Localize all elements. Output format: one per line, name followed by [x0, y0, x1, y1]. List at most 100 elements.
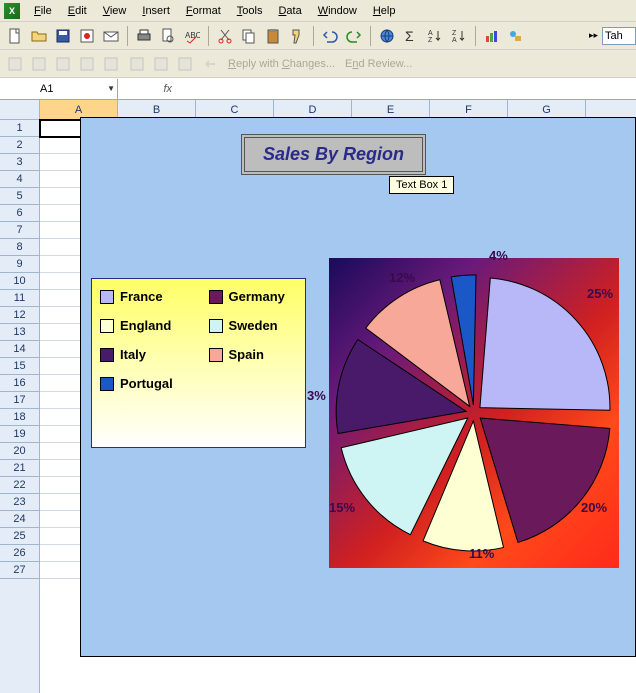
menu-data[interactable]: Data — [270, 3, 309, 19]
font-name-input[interactable] — [602, 27, 636, 45]
row-header-19[interactable]: 19 — [0, 426, 39, 443]
print-icon[interactable] — [133, 25, 155, 47]
row-header-1[interactable]: 1 — [0, 120, 39, 137]
rev-btn-2[interactable] — [28, 53, 50, 75]
rev-btn-6[interactable] — [126, 53, 148, 75]
menu-view[interactable]: View — [95, 3, 135, 19]
sort-desc-icon[interactable]: ZA — [448, 25, 470, 47]
legend-item[interactable]: Sweden — [209, 318, 298, 333]
data-label: 3% — [307, 388, 326, 403]
row-header-2[interactable]: 2 — [0, 137, 39, 154]
formula-bar: A1 ▼ fx — [0, 78, 636, 100]
row-header-13[interactable]: 13 — [0, 324, 39, 341]
font-selector[interactable]: ▸▸ — [589, 27, 636, 45]
paste-icon[interactable] — [262, 25, 284, 47]
menu-format[interactable]: Format — [178, 3, 229, 19]
rev-btn-3[interactable] — [52, 53, 74, 75]
legend-label: Portugal — [120, 376, 173, 391]
redo-icon[interactable] — [343, 25, 365, 47]
row-header-7[interactable]: 7 — [0, 222, 39, 239]
chart-legend[interactable]: France Germany England Sweden Italy Spain Port… — [91, 278, 306, 448]
menu-window[interactable]: Window — [310, 3, 365, 19]
end-review[interactable]: End Review... — [341, 58, 416, 70]
sort-asc-icon[interactable]: AZ — [424, 25, 446, 47]
preview-icon[interactable] — [157, 25, 179, 47]
autosum-icon[interactable]: Σ — [400, 25, 422, 47]
open-icon[interactable] — [28, 25, 50, 47]
toolbar-options-icon[interactable]: ▸▸ — [589, 30, 598, 41]
rev-reply-icon[interactable] — [200, 53, 222, 75]
save-icon[interactable] — [52, 25, 74, 47]
cut-icon[interactable] — [214, 25, 236, 47]
row-header-8[interactable]: 8 — [0, 239, 39, 256]
format-painter-icon[interactable] — [286, 25, 308, 47]
row-header-18[interactable]: 18 — [0, 409, 39, 426]
pie-svg — [329, 258, 619, 568]
embedded-chart[interactable]: Sales By Region Text Box 1 FranceGermany… — [80, 117, 636, 657]
row-header-14[interactable]: 14 — [0, 341, 39, 358]
row-header-21[interactable]: 21 — [0, 460, 39, 477]
legend-swatch — [209, 290, 223, 304]
row-header-26[interactable]: 26 — [0, 545, 39, 562]
row-header-25[interactable]: 25 — [0, 528, 39, 545]
pie-plot-area[interactable]: 25%20%11%15%3%12%4% — [329, 258, 619, 568]
row-header-4[interactable]: 4 — [0, 171, 39, 188]
legend-swatch — [100, 348, 114, 362]
legend-item[interactable]: England — [100, 318, 189, 333]
row-header-5[interactable]: 5 — [0, 188, 39, 205]
permission-icon[interactable] — [76, 25, 98, 47]
row-header-10[interactable]: 10 — [0, 273, 39, 290]
row-header-6[interactable]: 6 — [0, 205, 39, 222]
legend-label: France — [120, 289, 163, 304]
data-label: 25% — [587, 286, 613, 301]
drawing-icon[interactable] — [505, 25, 527, 47]
row-header-23[interactable]: 23 — [0, 494, 39, 511]
rev-btn-5[interactable] — [100, 53, 122, 75]
fx-label[interactable]: fx — [118, 83, 178, 95]
row-header-22[interactable]: 22 — [0, 477, 39, 494]
spelling-icon[interactable]: ABC — [181, 25, 203, 47]
rev-btn-7[interactable] — [150, 53, 172, 75]
legend-label: Italy — [120, 347, 146, 362]
row-header-17[interactable]: 17 — [0, 392, 39, 409]
data-label: 12% — [389, 270, 415, 285]
name-box[interactable]: A1 ▼ — [0, 79, 118, 99]
rev-btn-4[interactable] — [76, 53, 98, 75]
svg-text:Σ: Σ — [405, 28, 414, 44]
menu-edit[interactable]: Edit — [60, 3, 95, 19]
new-icon[interactable] — [4, 25, 26, 47]
row-header-11[interactable]: 11 — [0, 290, 39, 307]
rev-btn-1[interactable] — [4, 53, 26, 75]
row-header-16[interactable]: 16 — [0, 375, 39, 392]
data-label: 4% — [489, 248, 508, 263]
reply-with-changes[interactable]: Reply with Changes... — [224, 58, 339, 70]
legend-item[interactable]: Spain — [209, 347, 298, 362]
chart-title[interactable]: Sales By Region — [241, 134, 426, 175]
row-header-27[interactable]: 27 — [0, 562, 39, 579]
email-icon[interactable] — [100, 25, 122, 47]
pie-slice-germany[interactable] — [480, 418, 610, 542]
standard-toolbar: ABC Σ AZ ZA ▸▸ — [0, 22, 636, 50]
undo-icon[interactable] — [319, 25, 341, 47]
row-header-20[interactable]: 20 — [0, 443, 39, 460]
menu-insert[interactable]: Insert — [134, 3, 178, 19]
rev-btn-8[interactable] — [174, 53, 196, 75]
row-header-3[interactable]: 3 — [0, 154, 39, 171]
copy-icon[interactable] — [238, 25, 260, 47]
legend-item[interactable]: Germany — [209, 289, 298, 304]
legend-swatch — [100, 290, 114, 304]
chart-wizard-icon[interactable] — [481, 25, 503, 47]
row-header-9[interactable]: 9 — [0, 256, 39, 273]
legend-item[interactable]: France — [100, 289, 189, 304]
name-box-dropdown-icon[interactable]: ▼ — [107, 84, 115, 93]
row-header-12[interactable]: 12 — [0, 307, 39, 324]
menu-tools[interactable]: Tools — [229, 3, 271, 19]
row-header-24[interactable]: 24 — [0, 511, 39, 528]
menu-help[interactable]: Help — [365, 3, 404, 19]
legend-item[interactable]: Italy — [100, 347, 189, 362]
select-all-corner[interactable] — [0, 100, 39, 120]
legend-item[interactable]: Portugal — [100, 376, 190, 391]
menu-file[interactable]: File — [26, 3, 60, 19]
row-header-15[interactable]: 15 — [0, 358, 39, 375]
hyperlink-icon[interactable] — [376, 25, 398, 47]
